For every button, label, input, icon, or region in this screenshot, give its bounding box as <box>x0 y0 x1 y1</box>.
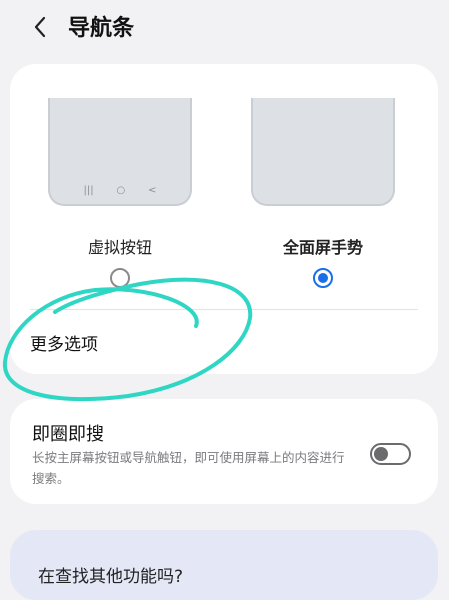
option-label: 虚拟按钮 <box>87 238 152 257</box>
header: 导航条 <box>0 0 449 58</box>
more-features-title: 在查找其他功能吗? <box>38 567 184 587</box>
divider <box>30 309 418 310</box>
page-title: 导航条 <box>68 16 135 41</box>
option-label: 全面屏手势 <box>282 238 363 257</box>
circle-to-search-title: 即圈即搜 <box>32 424 104 445</box>
navigation-type-card: ||| ○ < 虚拟按钮 全面屏手势 更多选项 <box>10 64 438 374</box>
back-icon: < <box>148 185 157 196</box>
option-virtual-buttons[interactable]: ||| ○ < 虚拟按钮 <box>48 98 208 328</box>
more-features-card[interactable]: 在查找其他功能吗? <box>10 530 438 600</box>
home-icon: ○ <box>116 185 126 196</box>
preview-nav-keys: ||| ○ < <box>50 185 190 196</box>
virtual-buttons-radio[interactable] <box>110 268 130 288</box>
fullscreen-gestures-radio[interactable] <box>313 268 333 288</box>
circle-to-search-card[interactable]: 即圈即搜 长按主屏幕按钮或导航触钮，即可使用屏幕上的内容进行搜索。 <box>10 399 438 504</box>
toggle-knob <box>374 447 388 461</box>
recent-apps-icon: ||| <box>83 185 94 196</box>
back-button[interactable] <box>24 13 56 45</box>
circle-to-search-toggle[interactable] <box>370 443 411 465</box>
gesture-preview <box>251 98 395 206</box>
chevron-left-icon <box>33 16 47 42</box>
circle-to-search-description: 长按主屏幕按钮或导航触钮，即可使用屏幕上的内容进行搜索。 <box>32 450 345 486</box>
option-fullscreen-gestures[interactable]: 全面屏手势 <box>251 98 411 328</box>
more-options-item[interactable]: 更多选项 <box>30 330 98 355</box>
virtual-buttons-preview: ||| ○ < <box>48 98 192 206</box>
